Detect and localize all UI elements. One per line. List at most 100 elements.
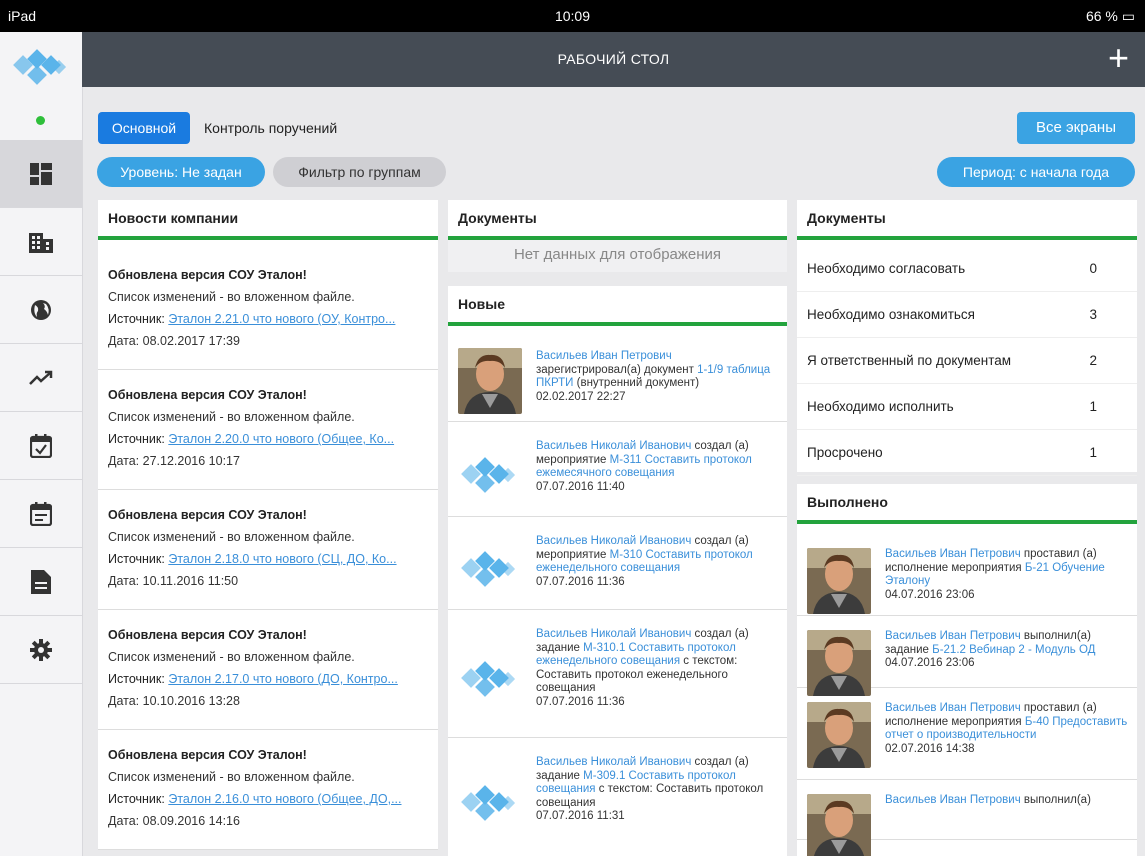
nav-dashboard[interactable] [0,140,82,208]
new-feed-title: Новые [448,286,787,326]
feed-item[interactable]: Васильев Николай Иванович создал (а) мер… [448,517,787,610]
avatar [807,630,871,696]
done-item[interactable]: Васильев Иван Петрович проставил (а) исп… [797,524,1137,616]
doc-stat-row[interactable]: Необходимо исполнить 1 [797,384,1137,430]
period-filter[interactable]: Период: с начала года [937,157,1135,187]
doc-stat-row[interactable]: Необходимо согласовать 0 [797,246,1137,292]
nav-analytics[interactable] [0,344,82,412]
level-filter[interactable]: Уровень: Не задан [97,157,265,187]
source-link[interactable]: Эталон 2.20.0 что нового (Общее, Ко... [168,432,394,446]
doc-stat-label: Необходимо исполнить [807,399,954,414]
feed-text: Васильев Николай Иванович создал (а) зад… [536,628,779,709]
news-item-title: Обновлена версия СОУ Эталон! [108,268,307,282]
doc-stat-value: 1 [1089,399,1097,414]
tab-main[interactable]: Основной [98,112,190,144]
app-logo[interactable] [0,32,82,104]
feed-date: 07.07.2016 11:31 [536,810,625,822]
done-title: Выполнено [797,484,1137,524]
nav-tasks[interactable] [0,412,82,480]
new-feed-card: Новые Васильев Иван Петрович зарегистрир… [448,286,787,856]
action-text: выполнил(а) [1023,794,1091,806]
nav-settings[interactable] [0,616,82,684]
doc-stat-row[interactable]: Я ответственный по документам 2 [797,338,1137,384]
doc-stat-row[interactable]: Необходимо ознакомиться 3 [797,292,1137,338]
nav-documents[interactable] [0,548,82,616]
done-item[interactable]: Васильев Иван Петрович выполнил(а) [797,780,1137,856]
news-item-desc: Список изменений - во вложенном файле. [108,290,355,304]
docs-card: Документы Нет данных для отображения [448,200,787,272]
news-item-source: Источник: Эталон 2.17.0 что нового (ДО, … [108,672,428,686]
all-screens-button[interactable]: Все экраны [1017,112,1135,144]
feed-item[interactable]: Васильев Николай Иванович создал (а) зад… [448,610,787,738]
source-label: Источник: [108,432,165,446]
news-item-date: Дата: 10.10.2016 13:28 [108,694,240,708]
company-logo-icon [458,451,522,501]
company-logo-icon [458,545,522,595]
done-date: 02.07.2016 14:38 [885,742,975,755]
author-link[interactable]: Васильев Николай Иванович [536,756,691,768]
feed-item[interactable]: Васильев Николай Иванович создал (а) мер… [448,422,787,517]
source-link[interactable]: Эталон 2.18.0 что нового (СЦ, ДО, Ко... [168,552,396,566]
doc-stat-label: Необходимо ознакомиться [807,307,975,322]
news-item[interactable]: Обновлена версия СОУ Эталон! Список измен… [98,610,438,730]
docs-title: Документы [448,200,787,240]
action-text: зарегистрировал(а) документ [536,363,694,376]
source-link[interactable]: Эталон 2.17.0 что нового (ДО, Контро... [168,672,398,686]
feed-date: 07.07.2016 11:40 [536,480,625,493]
author-link[interactable]: Васильев Иван Петрович [885,548,1021,560]
news-item[interactable]: Обновлена версия СОУ Эталон! Список измен… [98,370,438,490]
source-link[interactable]: Эталон 2.21.0 что нового (ОУ, Контро... [168,312,395,326]
done-card: Выполнено Васильев Иван Петрович простав… [797,484,1137,856]
doc-stat-value: 0 [1089,261,1097,276]
done-text: Васильев Иван Петрович выполнил(а) задан… [885,630,1129,671]
nav-global[interactable] [0,276,82,344]
author-link[interactable]: Васильев Иван Петрович [885,702,1021,714]
trend-icon [29,370,53,385]
news-item-desc: Список изменений - во вложенном файле. [108,410,355,424]
news-item[interactable]: Обновлена версия СОУ Эталон! Список измен… [98,730,438,850]
feed-text: Васильев Иван Петрович зарегистрировал(а… [536,350,779,404]
tab-control[interactable]: Контроль поручений [204,112,337,144]
author-link[interactable]: Васильев Иван Петрович [885,794,1021,806]
done-date: 04.07.2016 23:06 [885,657,975,669]
globe-icon [31,299,51,320]
news-list: Обновлена версия СОУ Эталон! Список измен… [98,240,438,850]
done-item[interactable]: Васильев Иван Петрович выполнил(а) задан… [797,616,1137,696]
news-title: Новости компании [98,200,438,240]
nav-events[interactable] [0,480,82,548]
feed-item[interactable]: Васильев Иван Петрович зарегистрировал(а… [448,326,787,422]
avatar [807,548,871,614]
news-item[interactable]: Обновлена версия СОУ Эталон! Список измен… [98,240,438,370]
news-item-date: Дата: 08.09.2016 14:16 [108,814,240,828]
author-link[interactable]: Васильев Николай Иванович [536,628,691,640]
top-bar: РАБОЧИЙ СТОЛ + [82,32,1145,87]
author-link[interactable]: Васильев Николай Иванович [536,535,691,547]
gear-icon [30,638,52,661]
author-link[interactable]: Васильев Иван Петрович [885,630,1021,642]
building-icon [29,232,53,253]
news-item-desc: Список изменений - во вложенном файле. [108,650,355,664]
object-link[interactable]: Б-21.2 Вебинар 2 - Модуль ОД [932,644,1095,656]
add-button[interactable]: + [1108,38,1129,78]
feed-item[interactable]: Васильев Николай Иванович создал (а) зад… [448,738,787,856]
avatar [458,348,522,414]
author-link[interactable]: Васильев Иван Петрович [536,350,672,362]
nav-companies[interactable] [0,208,82,276]
battery-percent: 66 % [1085,8,1118,24]
doc-stat-row[interactable]: Просрочено 1 [797,430,1137,476]
source-link[interactable]: Эталон 2.16.0 что нового (Общее, ДО,... [168,792,401,806]
calendar-check-icon [30,433,52,458]
doc-stats-title: Документы [797,200,1137,240]
group-filter[interactable]: Фильтр по группам [273,157,446,187]
news-item-title: Обновлена версия СОУ Эталон! [108,388,307,402]
news-item-desc: Список изменений - во вложенном файле. [108,770,355,784]
doc-stat-label: Необходимо согласовать [807,261,966,276]
news-item-title: Обновлена версия СОУ Эталон! [108,508,307,522]
news-item-source: Источник: Эталон 2.18.0 что нового (СЦ, … [108,552,428,566]
status-bar: iPad 10:09 66 % ▭ [0,0,1145,32]
author-link[interactable]: Васильев Николай Иванович [536,440,691,452]
done-item[interactable]: Васильев Иван Петрович проставил (а) исп… [797,688,1137,780]
news-item[interactable]: Обновлена версия СОУ Эталон! Список измен… [98,490,438,610]
feed-text: Васильев Николай Иванович создал (а) зад… [536,756,779,824]
doc-stat-value: 1 [1089,445,1097,460]
